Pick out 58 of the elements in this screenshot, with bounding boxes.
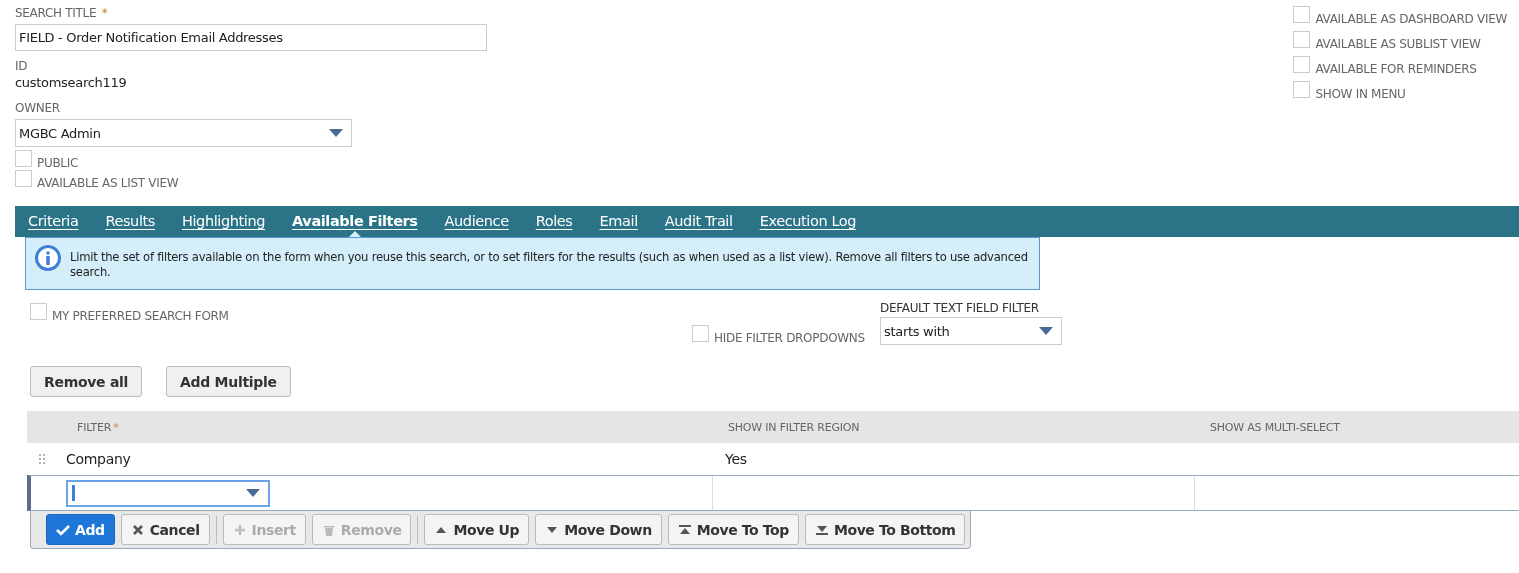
filter-input-dropdown[interactable] xyxy=(66,479,270,507)
row-button[interactable]: Cancel xyxy=(120,514,210,545)
checkbox[interactable] xyxy=(1293,31,1311,48)
row-button[interactable]: Move Up xyxy=(424,514,530,545)
row-button[interactable]: Move Down xyxy=(535,514,662,545)
tab[interactable]: Execution Log xyxy=(759,206,857,237)
info-text: Limit the set of filters available on the form when you reuse this search, or to set filters for the results (such as when used as a list view). Remove all filters to use advanced search. xyxy=(70,249,1029,280)
to-top-icon xyxy=(677,523,692,536)
checkbox[interactable] xyxy=(692,325,709,342)
checkbox-label: SHOW IN MENU xyxy=(1315,87,1406,101)
table-cell: Yes xyxy=(725,451,747,467)
tab[interactable]: Results xyxy=(105,206,155,237)
tab[interactable]: Roles xyxy=(535,206,573,237)
id-value: customsearch119 xyxy=(15,75,128,92)
checkbox-label: PUBLIC xyxy=(37,156,79,170)
checkbox-label: AVAILABLE AS DASHBOARD VIEW xyxy=(1315,12,1507,26)
checkbox-label: MY PREFERRED SEARCH FORM xyxy=(52,309,229,323)
row-button[interactable]: Move To Top xyxy=(667,514,799,545)
field-label: ID xyxy=(15,59,29,75)
field-label: SEARCH TITLE * xyxy=(15,6,109,22)
drag-handle-icon[interactable] xyxy=(38,453,46,465)
action-button[interactable]: Remove all xyxy=(30,366,143,397)
tab[interactable]: Audience xyxy=(444,206,509,237)
tab[interactable]: Highlighting xyxy=(181,206,266,237)
table-cell: Company xyxy=(66,451,131,467)
field-label: OWNER xyxy=(15,101,61,117)
checkbox-label: AVAILABLE FOR REMINDERS xyxy=(1315,62,1477,76)
check-icon xyxy=(56,523,70,536)
caret-icon xyxy=(1039,327,1053,335)
action-button[interactable]: Add Multiple xyxy=(166,366,291,397)
checkbox-label: HIDE FILTER DROPDOWNS xyxy=(714,331,865,345)
column-header: FILTER * xyxy=(77,420,119,434)
field-label: DEFAULT TEXT FIELD FILTER xyxy=(880,301,1040,317)
checkbox-label: AVAILABLE AS LIST VIEW xyxy=(37,176,179,190)
row-button[interactable]: Add xyxy=(46,514,115,545)
plus-icon xyxy=(232,523,247,536)
filter-dropdown[interactable]: starts with xyxy=(880,317,1062,345)
close-icon xyxy=(130,523,145,536)
checkbox[interactable] xyxy=(1293,81,1311,98)
search-title-field[interactable]: FIELD - Order Notification Email Addresses xyxy=(15,24,487,51)
caret-icon xyxy=(329,129,343,137)
checkbox[interactable] xyxy=(1293,6,1311,23)
checkbox-label: AVAILABLE AS SUBLIST VIEW xyxy=(1315,37,1481,51)
checkbox[interactable] xyxy=(30,303,47,320)
column-header: SHOW IN FILTER REGION xyxy=(728,420,860,434)
owner-dropdown[interactable]: MGBC Admin xyxy=(15,119,352,147)
trash-icon xyxy=(321,523,336,536)
caret-icon xyxy=(246,489,260,497)
to-bottom-icon xyxy=(814,523,829,536)
checkbox[interactable] xyxy=(1293,56,1311,73)
row-button[interactable]: Move To Bottom xyxy=(804,514,966,545)
tab[interactable]: Audit Trail xyxy=(664,206,733,237)
tab[interactable]: Criteria xyxy=(28,206,79,237)
column-header: SHOW AS MULTI-SELECT xyxy=(1210,420,1340,434)
checkbox[interactable] xyxy=(15,150,32,167)
info-icon xyxy=(34,244,62,272)
tab[interactable]: Email xyxy=(599,206,638,237)
checkbox[interactable] xyxy=(15,170,32,187)
